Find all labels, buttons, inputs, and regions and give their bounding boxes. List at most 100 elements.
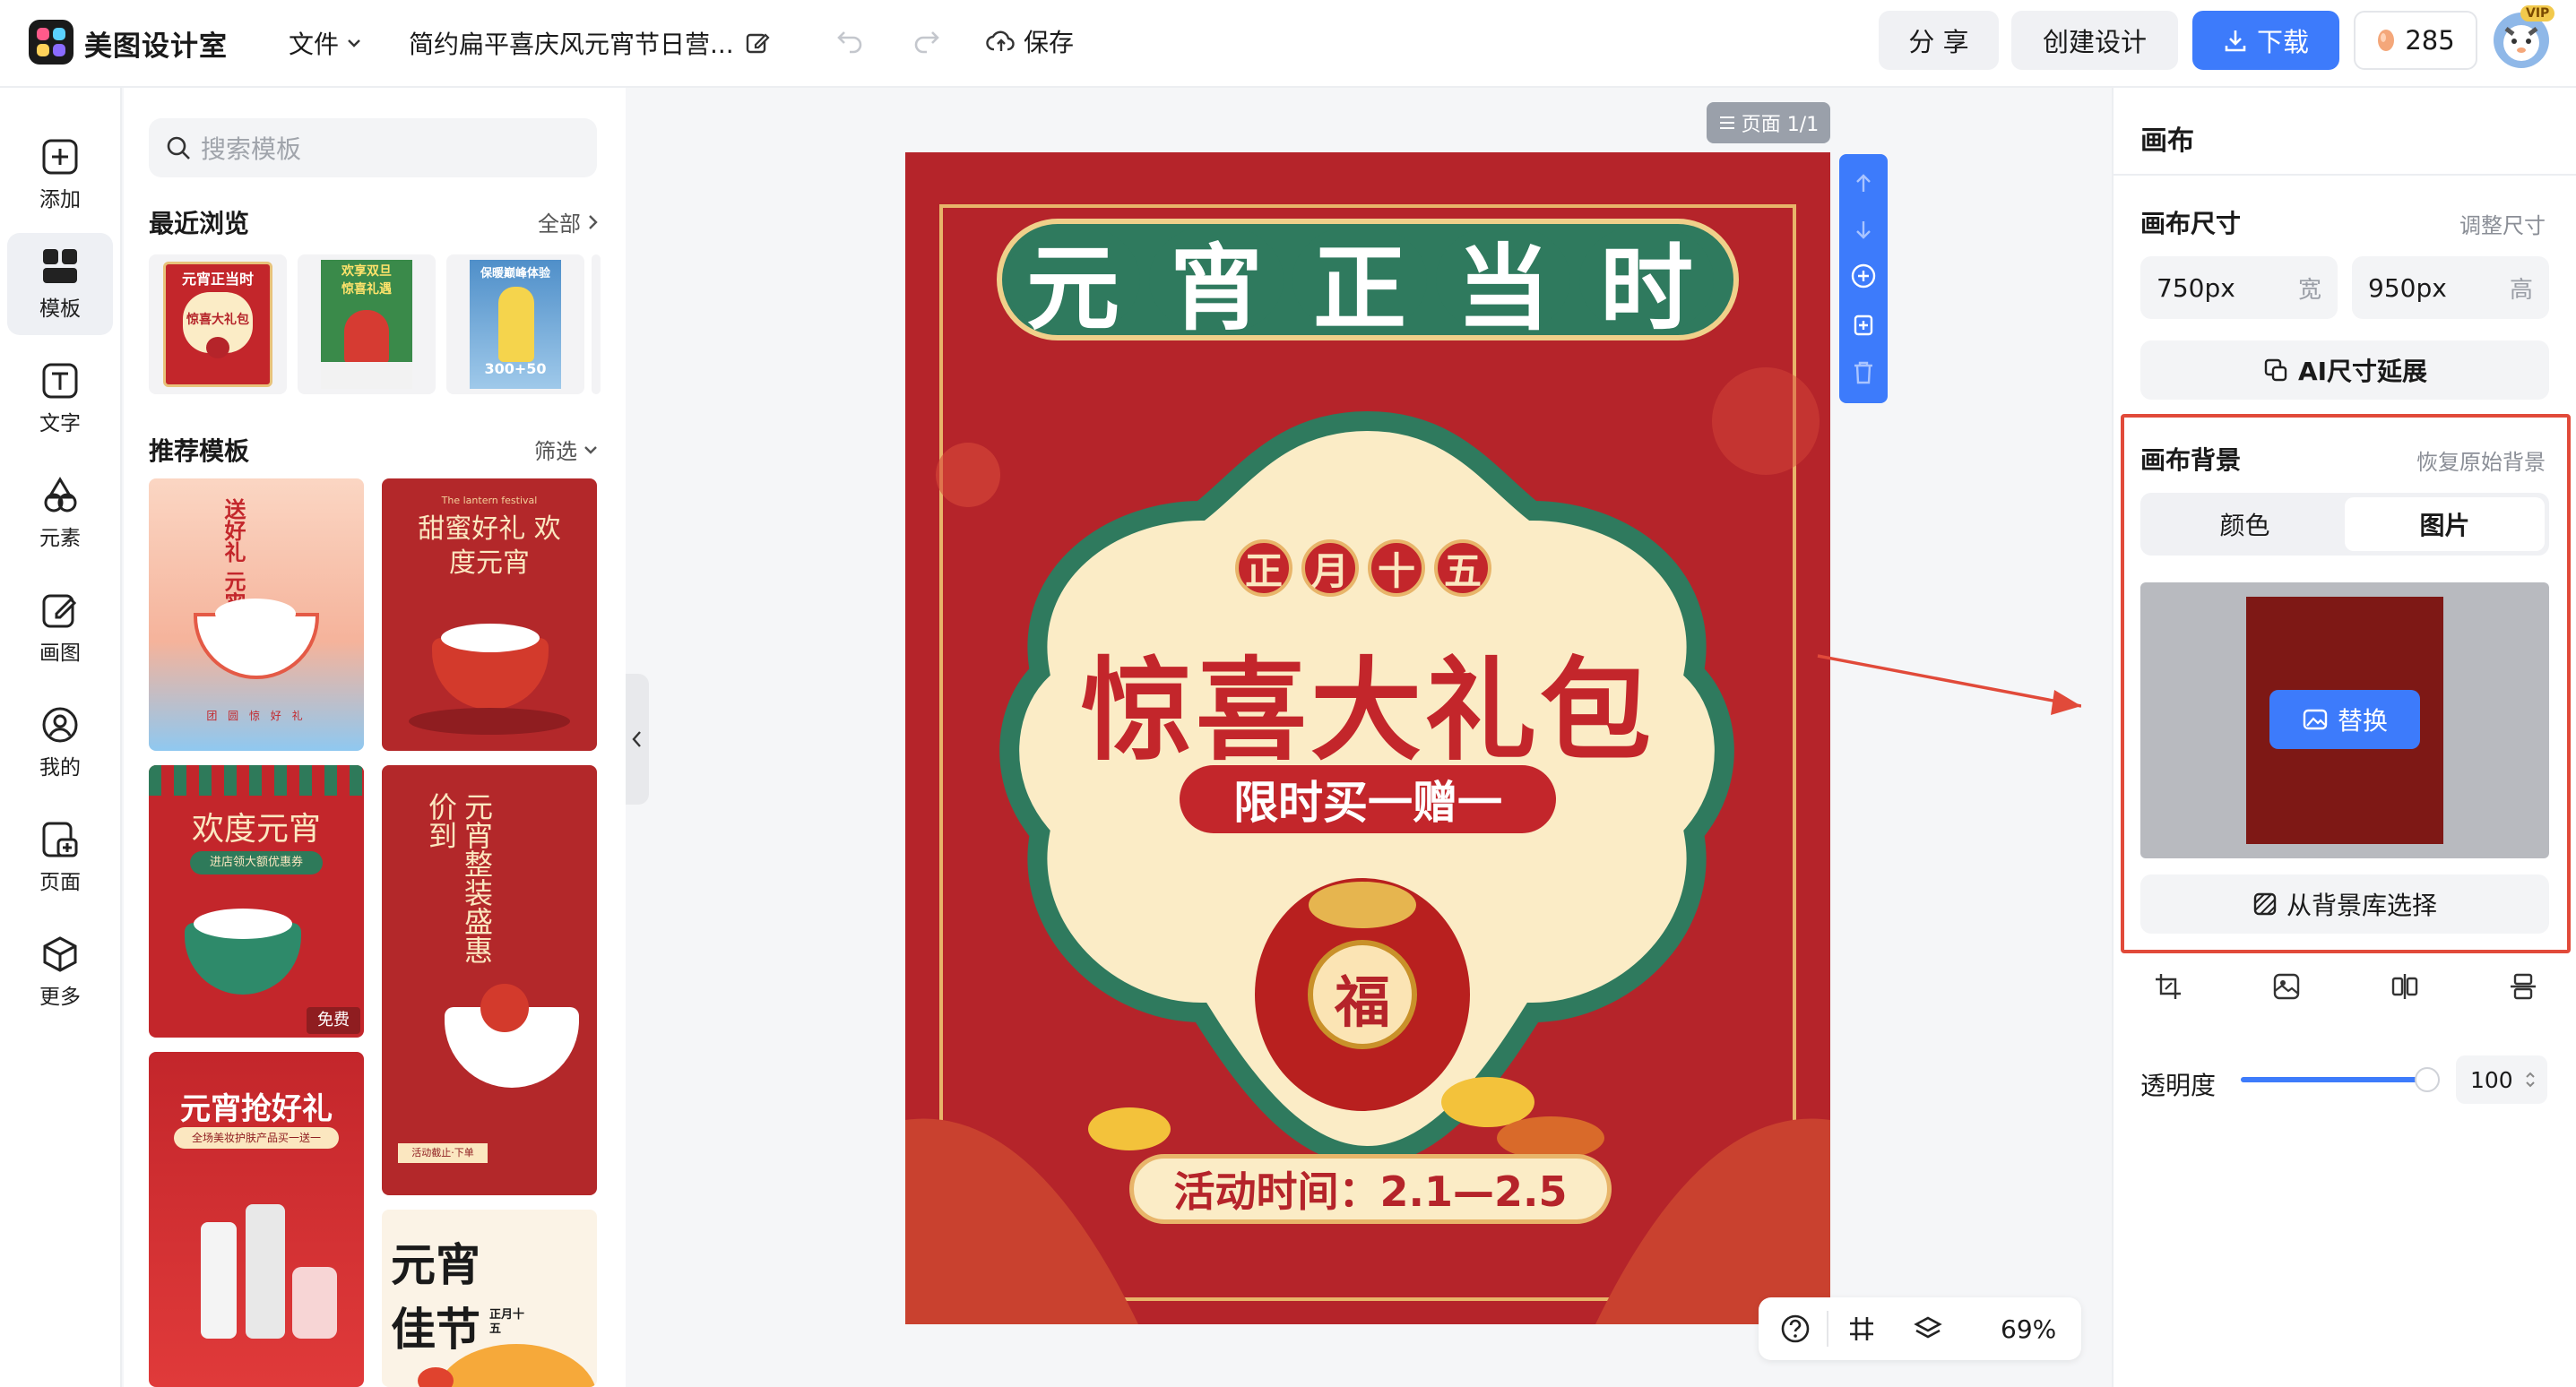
template-panel: 搜索模板 最近浏览 全部 元宵正当时 惊喜大礼包 欢享双旦 惊喜礼遇 保暖巅峰体…: [124, 88, 626, 1387]
share-button[interactable]: 分 享: [1879, 11, 1999, 70]
nav-pages[interactable]: 页面: [7, 806, 113, 909]
nav-elements-label: 元素: [39, 527, 81, 550]
plus-square-icon: [40, 137, 80, 177]
headline-char: 宵: [1149, 224, 1284, 343]
template-card-4[interactable]: 元宵整装盛惠价到 活动截止·下单: [382, 765, 597, 1195]
document-title[interactable]: 简约扁平喜庆风元宵节日营...: [409, 25, 770, 61]
app-logo[interactable]: [29, 20, 73, 65]
layers-icon[interactable]: [1913, 1314, 1943, 1344]
nav-draw[interactable]: 画图: [7, 577, 113, 679]
height-value: 950px: [2368, 272, 2447, 303]
ai-resize-icon: [2262, 357, 2289, 383]
height-field[interactable]: 950px 高: [2352, 256, 2549, 319]
nav-more[interactable]: 更多: [7, 921, 113, 1023]
headline: 元 宵 正 当 时: [1006, 224, 1714, 343]
credits-button[interactable]: 285: [2354, 11, 2477, 70]
page-indicator-label: 页面 1/1: [1741, 114, 1820, 136]
list-icon: [1718, 115, 1736, 131]
poster-canvas[interactable]: 元 宵 正 当 时 正 月 十 五 惊喜大礼包 限时买一赠一 福 活动时间：2.…: [905, 152, 1830, 1324]
template-card-5-footer: 全场美妆护肤产品买一送一: [174, 1127, 339, 1149]
nav-elements[interactable]: 元素: [7, 462, 113, 564]
template-card-3-title: 欢度元宵: [191, 811, 321, 848]
template-card-3[interactable]: 欢度元宵 进店领大额优惠券 免费: [149, 765, 364, 1038]
opacity-label: 透明度: [2140, 1071, 2217, 1100]
cloud-save-icon: [986, 28, 1016, 55]
filter-button[interactable]: 筛选: [534, 434, 599, 465]
redo-icon[interactable]: [909, 23, 943, 57]
user-icon: [40, 705, 80, 745]
edit-icon[interactable]: [745, 30, 770, 56]
opacity-value: 100: [2470, 1066, 2513, 1093]
vip-badge: VIP: [2520, 5, 2555, 22]
save-button[interactable]: 保存: [986, 23, 1074, 59]
chevron-down-icon: [583, 444, 599, 456]
main-title: 惊喜大礼包: [1080, 647, 1655, 776]
cube-icon: [40, 935, 80, 974]
flip-horizontal-icon[interactable]: [2390, 971, 2420, 1002]
recent-view-all[interactable]: 全部: [538, 206, 599, 237]
collapse-panel-button[interactable]: [626, 674, 649, 805]
duplicate-page-icon[interactable]: [1850, 311, 1877, 338]
opacity-input[interactable]: 100: [2456, 1055, 2547, 1104]
recent-template-3[interactable]: 保暖巅峰体验 300+50: [446, 254, 584, 394]
template-card-2-footer: The lantern festival: [441, 495, 538, 506]
recent-template-3-price: 300+50: [484, 360, 547, 377]
nav-pages-label: 页面: [39, 871, 81, 894]
date-char: 正: [1235, 539, 1292, 597]
add-page-icon[interactable]: [1850, 263, 1877, 289]
nav-add[interactable]: 添加: [7, 124, 113, 226]
recent-template-more: [592, 254, 601, 394]
search-input[interactable]: 搜索模板: [149, 118, 597, 177]
arrow-down-icon[interactable]: [1852, 218, 1875, 241]
crop-icon[interactable]: [2153, 971, 2183, 1002]
template-card-6-title: 元宵佳节: [391, 1239, 480, 1356]
chevron-down-icon: [346, 35, 362, 51]
template-card-2[interactable]: The lantern festival 甜蜜好礼 欢度元宵: [382, 478, 597, 751]
template-card-1[interactable]: 送好礼 元宵 团 圆 惊 好 礼: [149, 478, 364, 751]
app-title: 美图设计室: [84, 30, 228, 63]
canvas-side-toolbar: [1839, 154, 1888, 403]
opacity-fill: [2241, 1077, 2427, 1082]
recent-template-2[interactable]: 欢享双旦 惊喜礼遇: [298, 254, 436, 394]
nav-more-label: 更多: [39, 986, 81, 1009]
date-char: 十: [1368, 539, 1425, 597]
delete-page-icon[interactable]: [1852, 360, 1875, 385]
download-button[interactable]: 下载: [2192, 11, 2339, 70]
save-label: 保存: [1024, 28, 1075, 57]
recent-template-1[interactable]: 元宵正当时 惊喜大礼包: [149, 254, 287, 394]
headline-char: 时: [1579, 224, 1714, 343]
create-design-button[interactable]: 创建设计: [2011, 11, 2178, 70]
opacity-slider[interactable]: [2241, 1067, 2440, 1092]
stepper-icon[interactable]: [2524, 1069, 2537, 1090]
flip-vertical-icon[interactable]: [2508, 971, 2538, 1002]
nav-text[interactable]: 文字: [7, 348, 113, 450]
recent-view-all-label: 全部: [538, 211, 581, 237]
canvas-size-title: 画布尺寸: [2140, 209, 2242, 238]
opacity-slider-handle[interactable]: [2415, 1067, 2440, 1092]
recent-template-3-title: 保暖巅峰体验: [480, 267, 550, 280]
arrow-up-icon[interactable]: [1852, 172, 1875, 195]
grid-icon[interactable]: [1846, 1314, 1877, 1344]
file-menu[interactable]: 文件: [289, 25, 362, 61]
width-field[interactable]: 750px 宽: [2140, 256, 2338, 319]
nav-mine[interactable]: 我的: [7, 692, 113, 794]
panel-title: 画布: [2140, 125, 2194, 157]
template-card-5[interactable]: 元宵抢好礼 全场美妆护肤产品买一送一: [149, 1052, 364, 1387]
ai-size-extend-button[interactable]: AI尺寸延展: [2140, 340, 2549, 400]
nav-draw-label: 画图: [39, 642, 81, 665]
undo-icon[interactable]: [834, 23, 868, 57]
search-icon: [165, 134, 192, 161]
nav-text-label: 文字: [39, 412, 81, 435]
nav-templates[interactable]: 模板: [7, 233, 113, 335]
page-indicator[interactable]: 页面 1/1: [1707, 102, 1830, 143]
date-char: 月: [1301, 539, 1359, 597]
template-card-6[interactable]: 元宵佳节 正月十五: [382, 1210, 597, 1387]
annotation-arrow: [1817, 654, 2081, 715]
help-icon[interactable]: [1780, 1314, 1811, 1344]
activity-time: 活动时间：2.1—2.5: [1129, 1154, 1612, 1224]
width-unit: 宽: [2297, 276, 2321, 304]
filter-icon[interactable]: [2271, 971, 2302, 1002]
adjust-size-link[interactable]: 调整尺寸: [2459, 208, 2546, 239]
chevron-left-icon: [631, 729, 644, 749]
zoom-level[interactable]: 69%: [2001, 1314, 2056, 1344]
